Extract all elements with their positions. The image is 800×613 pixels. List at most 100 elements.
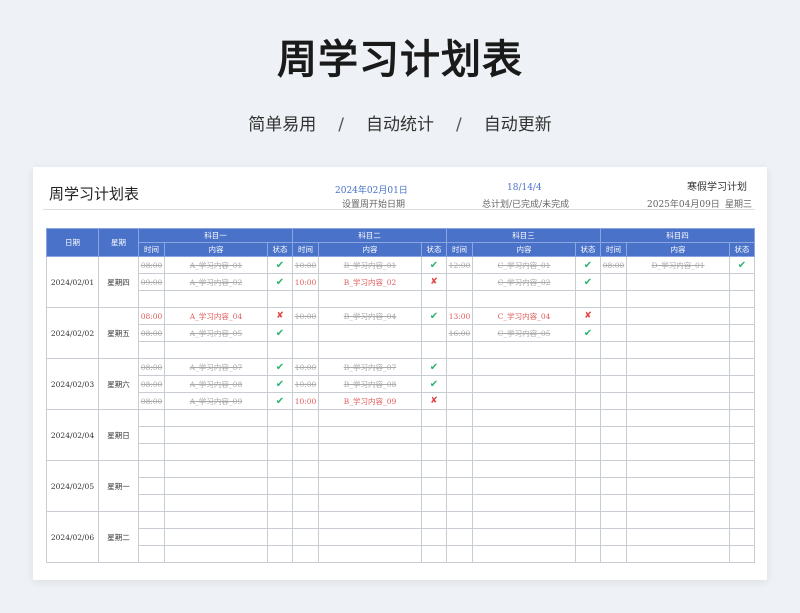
status-cell[interactable] — [729, 443, 755, 461]
status-cell[interactable] — [267, 409, 293, 427]
date-cell[interactable]: 2024/02/03 — [46, 358, 99, 410]
time-cell[interactable] — [138, 460, 165, 478]
start-date[interactable]: 2024年02月01日 — [335, 183, 408, 196]
time-cell[interactable] — [600, 460, 627, 478]
status-cell[interactable] — [729, 545, 755, 563]
check-icon[interactable]: ✔ — [267, 256, 293, 274]
content-cell[interactable] — [318, 409, 422, 427]
date-cell[interactable]: 2024/02/06 — [46, 511, 99, 563]
time-cell[interactable] — [446, 290, 473, 308]
status-cell[interactable] — [421, 443, 447, 461]
time-cell[interactable] — [446, 426, 473, 444]
time-cell[interactable] — [138, 409, 165, 427]
time-cell[interactable] — [292, 477, 319, 495]
status-cell[interactable] — [421, 409, 447, 427]
status-cell[interactable] — [267, 460, 293, 478]
content-cell[interactable] — [626, 392, 730, 410]
content-cell[interactable]: A_学习内容_08 — [164, 375, 268, 393]
content-cell[interactable] — [626, 443, 730, 461]
content-cell[interactable] — [472, 528, 576, 546]
status-cell[interactable] — [575, 392, 601, 410]
content-cell[interactable] — [472, 358, 576, 376]
time-cell[interactable]: 08:00 — [600, 256, 627, 274]
time-cell[interactable] — [600, 392, 627, 410]
time-cell[interactable]: 08:00 — [138, 358, 165, 376]
check-icon[interactable]: ✔ — [421, 256, 447, 274]
check-icon[interactable]: ✔ — [267, 324, 293, 342]
time-cell[interactable] — [446, 375, 473, 393]
time-cell[interactable] — [292, 426, 319, 444]
content-cell[interactable] — [472, 409, 576, 427]
status-cell[interactable] — [421, 290, 447, 308]
time-cell[interactable] — [292, 341, 319, 359]
time-cell[interactable] — [600, 443, 627, 461]
content-cell[interactable] — [626, 494, 730, 512]
time-cell[interactable] — [600, 290, 627, 308]
time-cell[interactable]: 09:00 — [138, 273, 165, 291]
time-cell[interactable] — [138, 511, 165, 529]
content-cell[interactable] — [472, 511, 576, 529]
content-cell[interactable]: C_学习内容_05 — [472, 324, 576, 342]
date-cell[interactable]: 2024/02/05 — [46, 460, 99, 512]
content-cell[interactable] — [626, 477, 730, 495]
content-cell[interactable]: B_学习内容_02 — [318, 273, 422, 291]
cross-icon[interactable]: ✘ — [267, 307, 293, 325]
check-icon[interactable]: ✔ — [575, 273, 601, 291]
time-cell[interactable] — [600, 375, 627, 393]
time-cell[interactable] — [600, 494, 627, 512]
time-cell[interactable] — [292, 409, 319, 427]
time-cell[interactable] — [446, 409, 473, 427]
content-cell[interactable] — [626, 324, 730, 342]
time-cell[interactable] — [292, 545, 319, 563]
time-cell[interactable] — [600, 511, 627, 529]
time-cell[interactable] — [138, 545, 165, 563]
content-cell[interactable]: A_学习内容_09 — [164, 392, 268, 410]
status-cell[interactable] — [421, 426, 447, 444]
status-cell[interactable] — [575, 290, 601, 308]
content-cell[interactable] — [318, 477, 422, 495]
time-cell[interactable]: 16:00 — [446, 324, 473, 342]
time-cell[interactable] — [446, 528, 473, 546]
status-cell[interactable] — [729, 477, 755, 495]
time-cell[interactable]: 10:00 — [292, 375, 319, 393]
status-cell[interactable] — [729, 324, 755, 342]
status-cell[interactable] — [267, 528, 293, 546]
content-cell[interactable] — [164, 409, 268, 427]
content-cell[interactable] — [472, 392, 576, 410]
content-cell[interactable] — [472, 426, 576, 444]
content-cell[interactable] — [164, 545, 268, 563]
content-cell[interactable] — [472, 375, 576, 393]
status-cell[interactable] — [267, 545, 293, 563]
time-cell[interactable] — [446, 494, 473, 512]
content-cell[interactable] — [318, 545, 422, 563]
status-cell[interactable] — [267, 477, 293, 495]
status-cell[interactable] — [575, 358, 601, 376]
time-cell[interactable] — [600, 477, 627, 495]
time-cell[interactable] — [600, 341, 627, 359]
status-cell[interactable] — [729, 409, 755, 427]
time-cell[interactable] — [446, 511, 473, 529]
time-cell[interactable] — [446, 460, 473, 478]
status-cell[interactable] — [575, 545, 601, 563]
content-cell[interactable] — [164, 460, 268, 478]
status-cell[interactable] — [729, 511, 755, 529]
status-cell[interactable] — [267, 443, 293, 461]
content-cell[interactable] — [318, 494, 422, 512]
content-cell[interactable]: B_学习内容_09 — [318, 392, 422, 410]
check-icon[interactable]: ✔ — [267, 358, 293, 376]
status-cell[interactable] — [729, 426, 755, 444]
content-cell[interactable] — [472, 341, 576, 359]
time-cell[interactable]: 13:00 — [446, 307, 473, 325]
time-cell[interactable] — [138, 341, 165, 359]
time-cell[interactable] — [600, 307, 627, 325]
content-cell[interactable] — [626, 426, 730, 444]
content-cell[interactable]: A_学习内容_05 — [164, 324, 268, 342]
content-cell[interactable] — [318, 426, 422, 444]
status-cell[interactable] — [421, 511, 447, 529]
status-cell[interactable] — [575, 426, 601, 444]
content-cell[interactable] — [318, 528, 422, 546]
time-cell[interactable] — [600, 409, 627, 427]
check-icon[interactable]: ✔ — [267, 273, 293, 291]
content-cell[interactable]: C_学习内容_04 — [472, 307, 576, 325]
content-cell[interactable] — [318, 443, 422, 461]
